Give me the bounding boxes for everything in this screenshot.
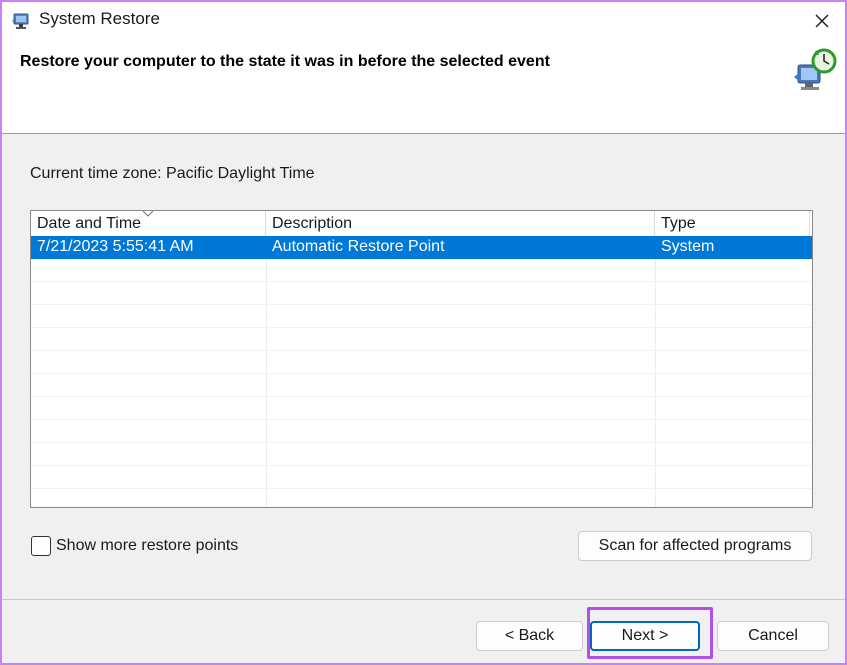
close-icon — [815, 14, 829, 28]
checkbox-box[interactable] — [31, 536, 51, 556]
footer-divider — [2, 599, 845, 600]
column-header-description[interactable]: Description — [266, 211, 655, 236]
wizard-header: Restore your computer to the state it wa… — [2, 42, 845, 134]
restore-clock-icon — [794, 48, 837, 90]
restore-points-list[interactable]: Date and Time Description Type 7/21/2023… — [30, 210, 813, 508]
cancel-button[interactable]: Cancel — [717, 621, 829, 651]
system-restore-window: System Restore Restore your computer to … — [0, 0, 847, 665]
column-header-type[interactable]: Type — [655, 211, 810, 236]
next-button-highlight — [587, 607, 713, 659]
cell-type: System — [661, 238, 715, 255]
scan-affected-programs-button[interactable]: Scan for affected programs — [578, 531, 812, 561]
table-row-empty — [31, 466, 812, 489]
show-more-restore-points-checkbox[interactable]: Show more restore points — [31, 536, 238, 556]
close-button[interactable] — [799, 2, 845, 40]
checkbox-label: Show more restore points — [56, 537, 239, 554]
table-row-empty — [31, 374, 812, 397]
table-row-empty — [31, 259, 812, 282]
system-restore-icon — [12, 13, 29, 29]
table-row-empty — [31, 397, 812, 420]
table-row-empty — [31, 328, 812, 351]
column-header-date[interactable]: Date and Time — [31, 211, 266, 236]
title-bar: System Restore — [2, 2, 845, 42]
table-row-empty — [31, 420, 812, 443]
table-row-empty — [31, 282, 812, 305]
window-title: System Restore — [39, 9, 160, 28]
page-title: Restore your computer to the state it wa… — [20, 53, 550, 70]
cell-date: 7/21/2023 5:55:41 AM — [37, 238, 194, 255]
timezone-label: Current time zone: Pacific Daylight Time — [30, 165, 315, 182]
table-row-empty — [31, 351, 812, 374]
sort-descending-icon — [142, 211, 154, 217]
table-row-empty — [31, 305, 812, 328]
back-button[interactable]: < Back — [476, 621, 583, 651]
cell-description: Automatic Restore Point — [272, 238, 445, 255]
table-row-empty — [31, 443, 812, 466]
table-row[interactable]: 7/21/2023 5:55:41 AM Automatic Restore P… — [31, 236, 812, 259]
